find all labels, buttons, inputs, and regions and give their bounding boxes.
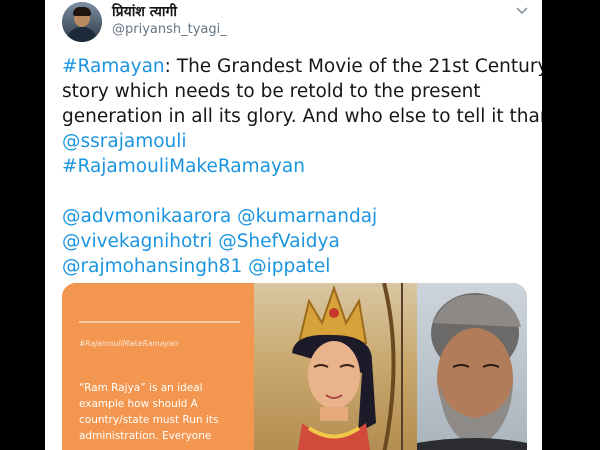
card-text-panel: #RajamouliMakeRamayan “Ram Rajya” is an … <box>62 283 254 450</box>
tweet-text: #Ramayan: The Grandest Movie of the 21st… <box>62 54 542 279</box>
user-display-name[interactable]: प्रियांश त्यागी <box>112 2 177 21</box>
tweet-text-line: #Ramayan: The Grandest Movie of the 21st… <box>62 54 542 79</box>
user-handle[interactable]: @priyansh_tyagi_ <box>112 22 227 37</box>
tweet-text-line <box>62 179 532 204</box>
card-hashtag: #RajamouliMakeRamayan <box>79 339 179 348</box>
tweet-text-line: #RajamouliMakeRamayan <box>62 154 532 179</box>
tweet-text-line: @ssrajamouli <box>62 129 532 154</box>
tweet-text-line: @vivekagnihotri @ShefVaidya <box>62 229 532 254</box>
mention-link[interactable]: @vivekagnihotri <box>62 231 212 252</box>
ram-painting-image <box>254 283 424 450</box>
tweet-header: प्रियांश त्यागी @priyansh_tyagi_ <box>45 0 542 48</box>
mention-link[interactable]: @rajmohansingh81 <box>62 256 242 277</box>
tweet-text-segment <box>62 181 68 202</box>
hashtag-link[interactable]: #Ramayan <box>62 56 165 77</box>
rajamouli-photo-image <box>417 283 527 450</box>
mention-link[interactable]: @ippatel <box>248 256 330 277</box>
user-avatar[interactable] <box>62 2 102 42</box>
hashtag-link[interactable]: #RajamouliMakeRamayan <box>62 156 305 177</box>
tweet-text-segment: : The Grandest Movie of the 21st Century… <box>164 56 542 77</box>
mention-link[interactable]: @advmonikaarora <box>62 206 231 227</box>
tweet-frame: प्रियांश त्यागी @priyansh_tyagi_ #Ramaya… <box>45 0 542 450</box>
tweet-text-line: @advmonikaarora @kumarnandaj <box>62 204 532 229</box>
card-body-text: “Ram Rajya” is an ideal example how shou… <box>79 382 219 442</box>
tweet-media-card[interactable]: #RajamouliMakeRamayan “Ram Rajya” is an … <box>62 283 527 450</box>
tweet-text-line: story which needs to be retold to the pr… <box>62 79 532 104</box>
tweet-text-segment: generation in all its glory. And who els… <box>62 106 542 127</box>
tweet-text-line: @rajmohansingh81 @ippatel <box>62 254 532 279</box>
card-divider <box>79 321 240 323</box>
chevron-down-icon[interactable] <box>514 2 530 18</box>
mention-link[interactable]: @kumarnandaj <box>237 206 377 227</box>
tweet-text-line: generation in all its glory. And who els… <box>62 104 542 129</box>
mention-link[interactable]: @ShefVaidya <box>218 231 340 252</box>
mention-link[interactable]: @ssrajamouli <box>62 131 187 152</box>
tweet-text-segment: story which needs to be retold to the pr… <box>62 81 481 102</box>
